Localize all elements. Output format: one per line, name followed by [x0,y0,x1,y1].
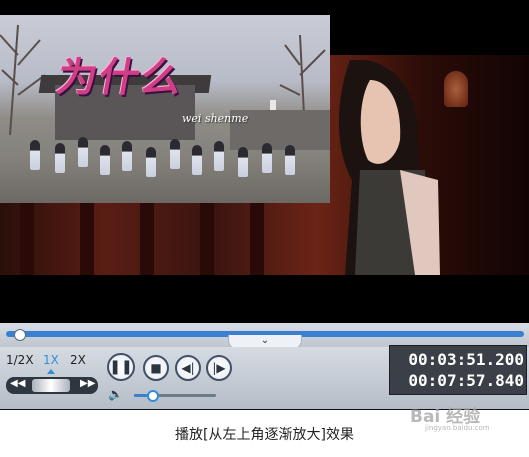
video-frame[interactable]: 为什么 wei shenme [0,0,529,330]
person-figure [339,60,440,275]
dancer [214,141,224,171]
skip-forward-icon: |▶ [212,361,226,375]
letterbox-top [0,0,529,15]
letterbox-bottom [0,275,529,330]
speed-normal-button[interactable]: 1X [43,353,59,367]
video-overlay-title: 为什么 [53,54,188,101]
time-display: 00:03:51.200 00:07:57.840 [389,345,527,395]
dancer [146,147,156,177]
video-zoom-frame: 为什么 wei shenme [0,15,330,203]
stop-button[interactable]: ■ [143,355,169,381]
watermark: Bai 经验 jingyan.baidu.com [410,402,520,442]
dancer [30,140,40,170]
dancer [100,145,110,175]
current-time: 00:03:51.200 [408,350,524,369]
pause-icon: ❚❚ [109,359,133,375]
watermark-url: jingyan.baidu.com [425,424,490,432]
lantern [444,71,468,107]
courtyard-ground [0,155,330,203]
video-overlay-subtitle: wei shenme [182,112,249,125]
dancer [55,143,65,173]
total-duration: 00:07:57.840 [408,371,524,390]
previous-button[interactable]: ◀| [175,355,201,381]
dancer [192,145,202,175]
chevron-down-icon: ⌄ [260,335,270,346]
skip-back-icon: ◀| [181,361,195,375]
dancer [238,147,248,177]
dancer [285,145,295,175]
next-button[interactable]: |▶ [206,355,232,381]
dancer [122,141,132,171]
dancer [170,139,180,169]
volume-handle[interactable] [147,390,160,402]
dancer [262,143,272,173]
speaker-icon[interactable]: 🔈 [108,387,123,401]
speed-half-button[interactable]: 1/2X [6,353,34,367]
fast-forward-icon[interactable]: ▶▶ [80,378,95,389]
seek-handle[interactable] [14,329,27,341]
speed-double-button[interactable]: 2X [70,353,86,367]
pause-button[interactable]: ❚❚ [107,353,135,381]
video-player: 为什么 wei shenme ⌄ 1/2X 1X 2X ◀◀ ▶▶ ❚❚ ■ ◀… [0,0,529,410]
stop-icon: ■ [150,361,162,375]
dancer [78,137,88,167]
jog-grip[interactable] [32,379,70,392]
rewind-icon[interactable]: ◀◀ [10,378,25,389]
speed-selected-marker [47,369,55,374]
